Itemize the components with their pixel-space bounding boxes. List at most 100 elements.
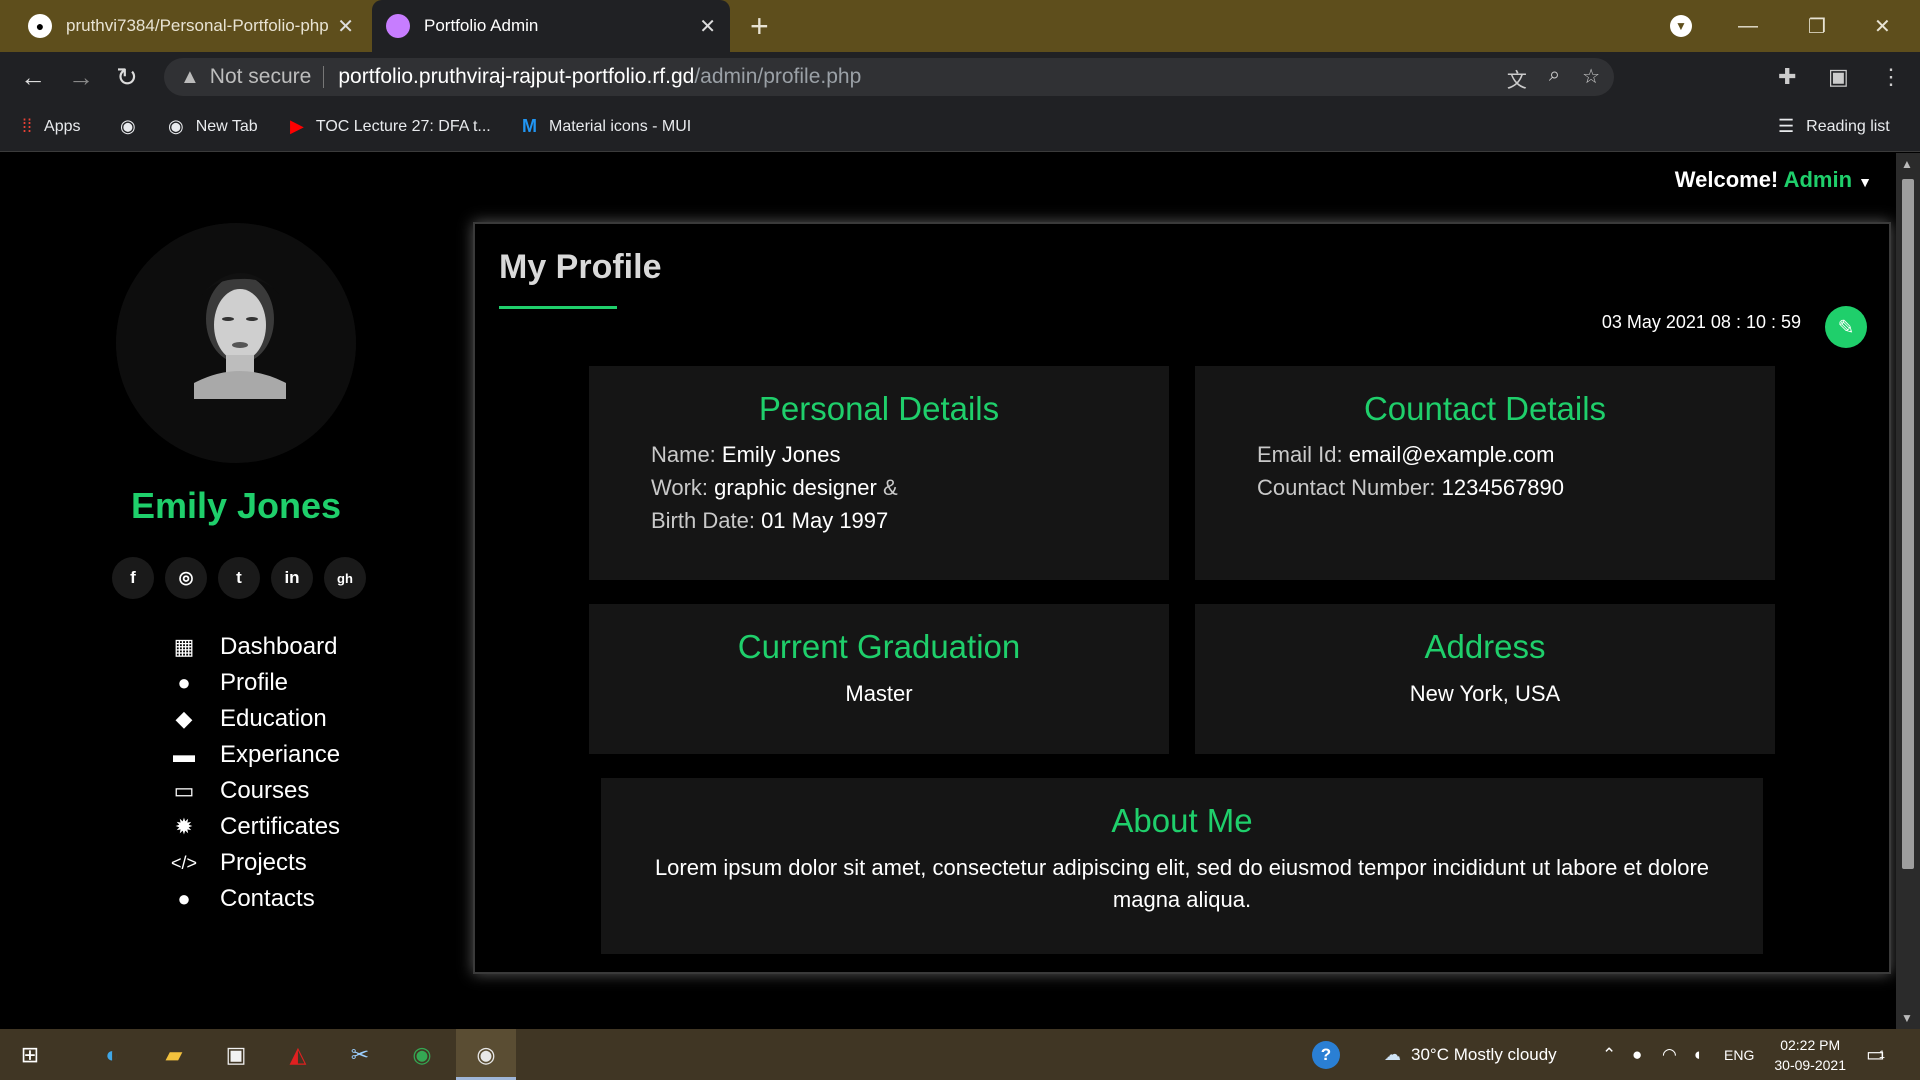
edge-icon[interactable]: ◐ [94, 1037, 130, 1073]
system-clock[interactable]: 02:22 PM 30-09-2021 [1774, 1035, 1846, 1075]
email-row: Email Id: email@example.com [1257, 438, 1775, 471]
star-icon[interactable]: ☆ [1582, 64, 1600, 93]
browser-tab-bar: ● pruthvi7384/Personal-Portfolio-php ✕ P… [0, 0, 1920, 52]
reload-button[interactable]: ↻ [116, 62, 138, 93]
language-indicator[interactable]: ENG [1724, 1029, 1754, 1080]
social-links: f ◎ t in gh [112, 557, 366, 599]
sidebar-item-profile[interactable]: ● Profile [170, 665, 340, 701]
chrome-profile-icon[interactable]: ◉ [468, 1037, 504, 1073]
scroll-down-icon[interactable]: ▼ [1901, 1011, 1913, 1025]
sidebar-item-education[interactable]: ◆ Education [170, 701, 340, 737]
mui-icon: M [522, 116, 537, 136]
weather-widget[interactable]: ☁ 30°C Mostly cloudy [1384, 1029, 1557, 1080]
bookmark-label: Apps [44, 117, 81, 135]
twitter-icon[interactable]: t [218, 557, 260, 599]
dashboard-icon: ▦ [173, 634, 195, 659]
clock-time: 02:22 PM [1780, 1037, 1841, 1053]
card-heading: About Me [1111, 802, 1253, 839]
reading-list-button[interactable]: ☰ Reading list [1778, 116, 1890, 137]
card-heading: Personal Details [758, 390, 1000, 427]
welcome-label: Welcome! [1674, 167, 1779, 192]
bookmark-globe[interactable]: ◉ [120, 116, 148, 137]
avatar [116, 223, 356, 463]
bookmark-apps[interactable]: ⁞⁞ Apps [22, 116, 80, 137]
wifi-icon[interactable]: ◠ [1662, 1029, 1677, 1080]
address-bar[interactable]: ▲ Not secure portfolio.pruthviraj-rajput… [164, 58, 1614, 96]
sidebar-item-label: Contacts [220, 885, 315, 912]
close-tab-icon[interactable]: ✕ [337, 14, 354, 39]
notification-count: 1 [1878, 1048, 1886, 1061]
phone-row: Countact Number: 1234567890 [1257, 471, 1775, 504]
extensions-icon[interactable]: ✚ [1778, 64, 1796, 90]
tab-github[interactable]: ● pruthvi7384/Personal-Portfolio-php ✕ [14, 0, 368, 52]
chat-icon: ● [177, 886, 191, 911]
page-content: Welcome! Admin ▼ Emily Jones f ◎ t in gh… [0, 153, 1896, 1029]
new-tab-button[interactable]: + [750, 8, 769, 45]
tab-search-icon[interactable]: ▼ [1670, 0, 1692, 52]
field-value: 1234567890 [1441, 475, 1565, 500]
sidebar-item-certificates[interactable]: ✹ Certificates [170, 809, 340, 845]
close-window-button[interactable]: ✕ [1874, 0, 1891, 52]
facebook-icon[interactable]: f [112, 557, 154, 599]
field-value: Emily Jones [721, 442, 841, 467]
scrollbar-thumb[interactable] [1902, 179, 1914, 869]
profile-name: Emily Jones [130, 485, 342, 526]
bookmark-new-tab[interactable]: ◉ New Tab [168, 116, 258, 137]
current-graduation-card: Current Graduation Master [589, 604, 1169, 754]
help-icon[interactable]: ? [1312, 1029, 1340, 1080]
profile-avatar-icon[interactable]: ▣ [1828, 64, 1849, 90]
tray-chevron-icon[interactable]: ⌃ [1602, 1029, 1616, 1080]
field-label: Countact Number: [1257, 475, 1436, 500]
windows-taskbar: ⊞ ◐ ▰ ▣ ◭ ✂ ◉ ◉ ? ☁ 30°C Mostly cloudy ⌃… [0, 1029, 1920, 1080]
sidebar-item-dashboard[interactable]: ▦ Dashboard [170, 629, 340, 665]
forward-button[interactable]: → [68, 62, 94, 93]
field-label: Name: [651, 442, 716, 467]
store-icon[interactable]: ▣ [218, 1037, 254, 1073]
github-icon[interactable]: gh [324, 557, 366, 599]
reading-list-label: Reading list [1806, 117, 1890, 135]
edit-profile-button[interactable]: ✎ [1825, 306, 1867, 348]
briefcase-icon: ▬ [173, 742, 195, 767]
notification-center-icon[interactable]: ▭ 1 [1866, 1029, 1885, 1080]
instagram-icon[interactable]: ◎ [165, 557, 207, 599]
bookmark-toc-lecture[interactable]: ▶ TOC Lecture 27: DFA t... [290, 116, 491, 137]
sidebar-menu: ▦ Dashboard ● Profile ◆ Education ▬ Expe… [170, 629, 340, 917]
sidebar-item-experiance[interactable]: ▬ Experiance [170, 737, 340, 773]
sidebar-item-courses[interactable]: ▭ Courses [170, 773, 340, 809]
work-row: Work: graphic designer & [651, 471, 1169, 504]
translate-icon[interactable]: 文 [1507, 64, 1527, 93]
sidebar-item-projects[interactable]: </> Projects [170, 845, 340, 881]
restore-button[interactable]: ❐ [1808, 0, 1826, 52]
page-scrollbar[interactable]: ▲ ▼ [1896, 153, 1920, 1029]
sidebar-item-contacts[interactable]: ● Contacts [170, 881, 340, 917]
zoom-icon[interactable]: ⌕ [1549, 64, 1560, 93]
weather-text: 30°C Mostly cloudy [1411, 1044, 1557, 1064]
code-icon: </> [170, 852, 198, 873]
bookmarks-bar: ⁞⁞ Apps ◉ ◉ New Tab ▶ TOC Lecture 27: DF… [0, 102, 1920, 152]
back-button[interactable]: ← [20, 62, 46, 93]
file-explorer-icon[interactable]: ▰ [156, 1037, 192, 1073]
speaker-icon[interactable]: ◖ [1692, 1029, 1702, 1080]
minimize-button[interactable]: — [1738, 0, 1758, 52]
card-heading: Address [1424, 628, 1546, 665]
tab-title: Portfolio Admin [424, 16, 539, 35]
cloud-icon: ☁ [1384, 1044, 1401, 1064]
youtube-icon: ▶ [290, 116, 304, 136]
welcome-dropdown[interactable]: Welcome! Admin ▼ [1675, 167, 1872, 193]
reading-list-icon: ☰ [1778, 116, 1795, 136]
tab-portfolio-admin[interactable]: Portfolio Admin ✕ [372, 0, 730, 52]
bookmark-material-icons[interactable]: M Material icons - MUI [522, 116, 691, 137]
windows-start-icon[interactable]: ⊞ [12, 1037, 48, 1073]
scroll-up-icon[interactable]: ▲ [1901, 157, 1913, 171]
snipping-tool-icon[interactable]: ✂ [342, 1037, 378, 1073]
card-heading: Current Graduation [737, 628, 1021, 665]
certificate-icon: ✹ [174, 814, 194, 839]
sidebar-item-label: Certificates [220, 813, 341, 840]
microphone-icon[interactable]: ● [1632, 1029, 1642, 1080]
chrome-icon[interactable]: ◉ [404, 1037, 440, 1073]
menu-dots-icon[interactable]: ⋮ [1880, 64, 1902, 90]
linkedin-icon[interactable]: in [271, 557, 313, 599]
divider [323, 66, 325, 88]
acrobat-icon[interactable]: ◭ [280, 1037, 316, 1073]
close-tab-icon[interactable]: ✕ [699, 14, 716, 39]
